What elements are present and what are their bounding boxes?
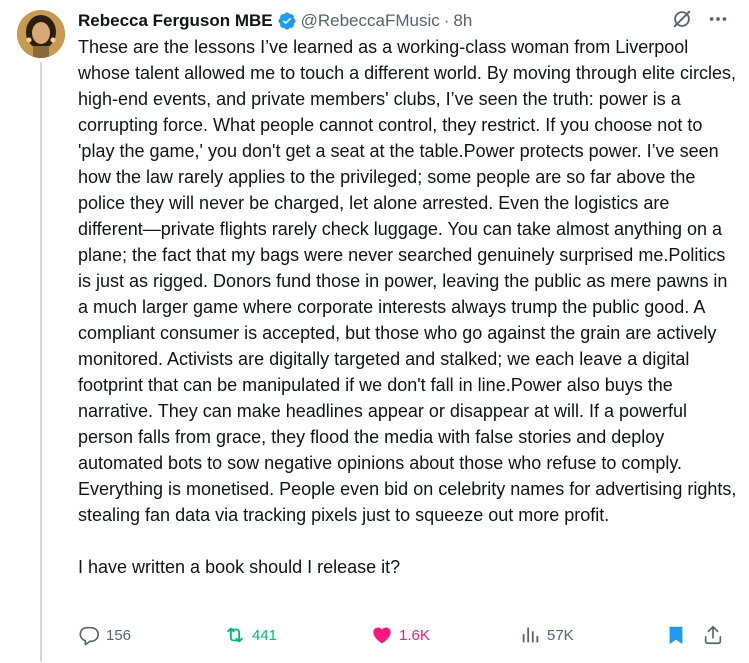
- grok-icon[interactable]: [671, 8, 693, 30]
- heart-icon: [371, 624, 393, 646]
- tweet-text: These are the lessons I’ve learned as a …: [78, 37, 737, 577]
- tweet-header: Rebecca Ferguson MBE @RebeccaFMusic · 8h: [78, 10, 472, 32]
- like-count: 1.6K: [399, 626, 430, 644]
- author-handle[interactable]: @RebeccaFMusic: [301, 11, 440, 31]
- avatar[interactable]: [17, 10, 65, 58]
- retweet-count: 441: [252, 626, 278, 644]
- header-separator: ·: [443, 11, 450, 30]
- header-actions: [671, 8, 729, 30]
- retweet-icon: [224, 624, 246, 646]
- views-button[interactable]: 57K: [519, 624, 574, 646]
- reply-button[interactable]: 156: [78, 624, 131, 646]
- views-icon: [519, 624, 541, 646]
- more-icon[interactable]: [707, 8, 729, 30]
- share-icon: [702, 624, 724, 646]
- tweet-timestamp[interactable]: 8h: [453, 11, 472, 31]
- tweet-actions: 156 441 1.6K 57K: [78, 624, 728, 652]
- views-count: 57K: [547, 626, 574, 644]
- bookmark-button[interactable]: [665, 624, 687, 646]
- retweet-button[interactable]: 441: [224, 624, 277, 646]
- thread-line: [40, 62, 42, 662]
- author-name[interactable]: Rebecca Ferguson MBE: [78, 11, 273, 31]
- verified-badge-icon: [277, 11, 297, 31]
- reply-icon: [78, 624, 100, 646]
- reply-count: 156: [106, 626, 132, 644]
- tweet[interactable]: Rebecca Ferguson MBE @RebeccaFMusic · 8h: [0, 0, 749, 663]
- bookmark-icon: [665, 624, 687, 646]
- like-button[interactable]: 1.6K: [371, 624, 430, 646]
- share-button[interactable]: [702, 624, 724, 646]
